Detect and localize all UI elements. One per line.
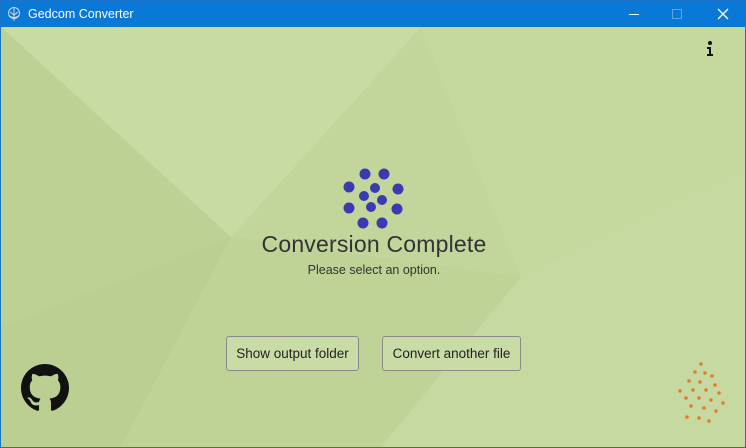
app-window: Gedcom Converter Conversion Complete Ple… [0, 0, 746, 448]
maximize-icon [672, 9, 682, 19]
convert-another-file-button[interactable]: Convert another file [382, 336, 521, 371]
window-title: Gedcom Converter [28, 7, 134, 21]
maximize-button[interactable] [654, 1, 700, 27]
info-icon[interactable] [705, 40, 715, 58]
family-tree-icon [8, 7, 20, 21]
dots-logo-icon [678, 362, 725, 423]
main-content: Conversion Complete Please select an opt… [1, 27, 745, 447]
close-button[interactable] [700, 1, 745, 27]
conversion-heading: Conversion Complete [261, 231, 487, 257]
conversion-subheading: Please select an option. [307, 263, 441, 277]
close-icon [717, 8, 729, 20]
dots-spinner-icon [343, 168, 404, 229]
title-bar[interactable]: Gedcom Converter [1, 1, 745, 27]
github-icon[interactable] [21, 364, 69, 412]
show-output-folder-button[interactable]: Show output folder [226, 336, 359, 371]
minimize-icon [629, 14, 639, 15]
minimize-button[interactable] [611, 1, 657, 27]
